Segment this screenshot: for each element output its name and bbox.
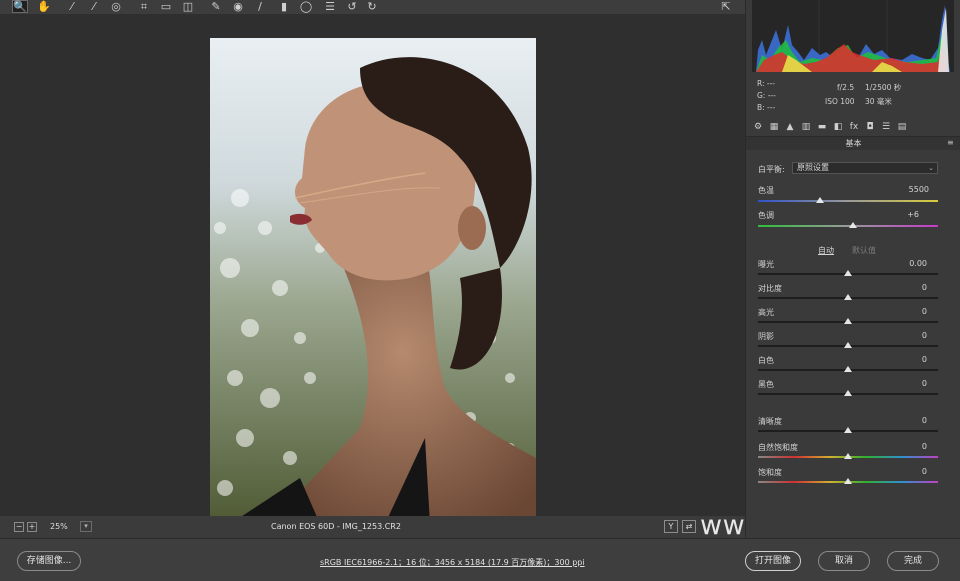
status-bar: − + 25% ▾ Canon EOS 60D - IMG_1253.CR2 Y… bbox=[0, 516, 745, 538]
photo-preview[interactable] bbox=[210, 38, 536, 524]
presence-slider-thumb-1[interactable] bbox=[844, 452, 852, 459]
white-balance-select[interactable]: 原照设置 ⌄ bbox=[792, 162, 938, 174]
camera-raw-window: 🔍 ✋ ⁄ ⁄ ◎ ⌗ ▭ ◫ ✎ ◉ / ▮ ◯ ☰ ↺ ↻ ⇱ − + 25… bbox=[0, 0, 960, 581]
temp-slider-thumb[interactable] bbox=[816, 197, 824, 203]
tone-value-3: 0 bbox=[921, 331, 927, 340]
iso: ISO 100 bbox=[825, 97, 855, 106]
hsl-tab-icon[interactable]: ▥ bbox=[800, 121, 812, 133]
panel-tabs: ⚙ ▦ ▲ ▥ ▬ ◧ fx ◘ ☰ ▤ bbox=[746, 118, 960, 137]
shutter: 1/2500 秒 bbox=[865, 83, 902, 92]
tone-value-5: 0 bbox=[921, 379, 927, 388]
tone-slider-thumb-0[interactable] bbox=[844, 270, 852, 276]
basic-tab-icon[interactable]: ⚙ bbox=[752, 121, 764, 133]
radial-filter-icon[interactable]: ◯ bbox=[298, 0, 314, 13]
auto-link[interactable]: 自动 bbox=[818, 245, 834, 256]
crop-tool-icon[interactable]: ⌗ bbox=[136, 0, 152, 13]
presence-value-2: 0 bbox=[921, 467, 927, 476]
adjustment-brush-icon[interactable]: / bbox=[252, 0, 268, 13]
readout-g: G: --- bbox=[757, 91, 776, 100]
tint-slider-track[interactable] bbox=[758, 225, 938, 227]
open-image-button[interactable]: 打开图像 bbox=[745, 551, 801, 571]
split-toning-tab-icon[interactable]: ▬ bbox=[816, 121, 828, 133]
white-balance-tool-icon[interactable]: ⁄ bbox=[64, 0, 80, 13]
swap-settings-button[interactable]: ⇄ bbox=[682, 520, 696, 533]
tone-curve-tab-icon[interactable]: ▦ bbox=[768, 121, 780, 133]
tone-label-3: 阴影 bbox=[758, 332, 774, 341]
preferences-icon[interactable]: ☰ bbox=[322, 0, 338, 13]
zoom-tool-icon[interactable]: 🔍 bbox=[12, 0, 28, 13]
effects-tab-icon[interactable]: fx bbox=[848, 121, 860, 133]
tone-slider-thumb-4[interactable] bbox=[844, 366, 852, 372]
fullscreen-icon[interactable]: ⇱ bbox=[718, 0, 734, 13]
tone-slider-thumb-1[interactable] bbox=[844, 294, 852, 300]
red-eye-tool-icon[interactable]: ◉ bbox=[230, 0, 246, 13]
temp-slider-track[interactable] bbox=[758, 200, 938, 202]
tint-slider-thumb[interactable] bbox=[849, 222, 857, 228]
save-image-button[interactable]: 存储图像... bbox=[17, 551, 81, 571]
workflow-options-link[interactable]: sRGB IEC61966-2.1；16 位；3456 x 5184 (17.9… bbox=[320, 557, 585, 568]
snapshots-tab-icon[interactable]: ▤ bbox=[896, 121, 908, 133]
zoom-level: 25% bbox=[50, 522, 68, 531]
tone-value-4: 0 bbox=[921, 355, 927, 364]
presence-label-2: 饱和度 bbox=[758, 468, 782, 477]
presence-label-0: 清晰度 bbox=[758, 417, 782, 426]
tone-slider-thumb-3[interactable] bbox=[844, 342, 852, 348]
bottom-bar: 存储图像... sRGB IEC61966-2.1；16 位；3456 x 51… bbox=[0, 538, 960, 581]
tone-value-1: 0 bbox=[921, 283, 927, 292]
straighten-tool-icon[interactable]: ▭ bbox=[158, 0, 174, 13]
wb-value: 原照设置 bbox=[797, 163, 829, 172]
before-after-button[interactable]: Y bbox=[664, 520, 678, 533]
tint-label: 色调 bbox=[758, 211, 774, 220]
rotate-cw-icon[interactable]: ↻ bbox=[364, 0, 380, 13]
transform-tool-icon[interactable]: ◫ bbox=[180, 0, 196, 13]
chevron-down-icon: ⌄ bbox=[928, 164, 934, 172]
zoom-in-button[interactable]: + bbox=[27, 522, 37, 532]
temp-value: 5500 bbox=[908, 185, 929, 194]
camera-calibration-tab-icon[interactable]: ◘ bbox=[864, 121, 876, 133]
zoom-dropdown[interactable]: ▾ bbox=[80, 521, 92, 532]
tone-value-2: 0 bbox=[921, 307, 927, 316]
presence-slider-thumb-0[interactable] bbox=[844, 427, 852, 433]
lens-tab-icon[interactable]: ◧ bbox=[832, 121, 844, 133]
section-title: 基本 bbox=[746, 137, 960, 150]
detail-tab-icon[interactable]: ▲ bbox=[784, 121, 796, 133]
presence-value-0: 0 bbox=[921, 416, 927, 425]
presence-value-1: 0 bbox=[921, 441, 927, 451]
cancel-button[interactable]: 取消 bbox=[818, 551, 870, 571]
tone-label-5: 黑色 bbox=[758, 380, 774, 389]
targeted-adjustment-tool-icon[interactable]: ◎ bbox=[108, 0, 124, 13]
focal-length: 30 毫米 bbox=[865, 97, 892, 106]
color-sampler-tool-icon[interactable]: ⁄ bbox=[86, 0, 102, 13]
tint-value: +6 bbox=[907, 210, 919, 219]
tone-label-0: 曝光 bbox=[758, 260, 774, 269]
done-button[interactable]: 完成 bbox=[887, 551, 939, 571]
readout-r: R: --- bbox=[757, 79, 776, 88]
hand-tool-icon[interactable]: ✋ bbox=[36, 0, 52, 13]
image-canvas[interactable] bbox=[0, 14, 745, 524]
wb-label: 白平衡: bbox=[758, 165, 785, 174]
presence-label-1: 自然饱和度 bbox=[758, 442, 798, 452]
tone-label-1: 对比度 bbox=[758, 284, 782, 293]
tone-value-0: 0.00 bbox=[909, 259, 927, 268]
panel-menu-icon[interactable]: ≡ bbox=[947, 139, 955, 147]
presets-tab-icon[interactable]: ☰ bbox=[880, 121, 892, 133]
graduated-filter-icon[interactable]: ▮ bbox=[276, 0, 292, 13]
tone-label-4: 白色 bbox=[758, 356, 774, 365]
readout-b: B: --- bbox=[757, 103, 776, 112]
file-name: Canon EOS 60D - IMG_1253.CR2 bbox=[271, 522, 401, 531]
rotate-ccw-icon[interactable]: ↺ bbox=[344, 0, 360, 13]
toolbar: 🔍 ✋ ⁄ ⁄ ◎ ⌗ ▭ ◫ ✎ ◉ / ▮ ◯ ☰ ↺ ↻ ⇱ bbox=[0, 0, 745, 14]
histogram bbox=[752, 0, 954, 72]
default-link[interactable]: 默认值 bbox=[852, 245, 876, 256]
tone-slider-thumb-2[interactable] bbox=[844, 318, 852, 324]
temp-label: 色温 bbox=[758, 186, 774, 195]
spot-removal-tool-icon[interactable]: ✎ bbox=[208, 0, 224, 13]
aperture: f/2.5 bbox=[837, 83, 855, 92]
zoom-out-button[interactable]: − bbox=[14, 522, 24, 532]
tone-slider-thumb-5[interactable] bbox=[844, 390, 852, 396]
tone-label-2: 高光 bbox=[758, 308, 774, 317]
presence-slider-thumb-2[interactable] bbox=[844, 478, 852, 484]
exif-readout: R: --- G: --- B: --- f/2.5 1/2500 秒 ISO … bbox=[746, 74, 960, 116]
